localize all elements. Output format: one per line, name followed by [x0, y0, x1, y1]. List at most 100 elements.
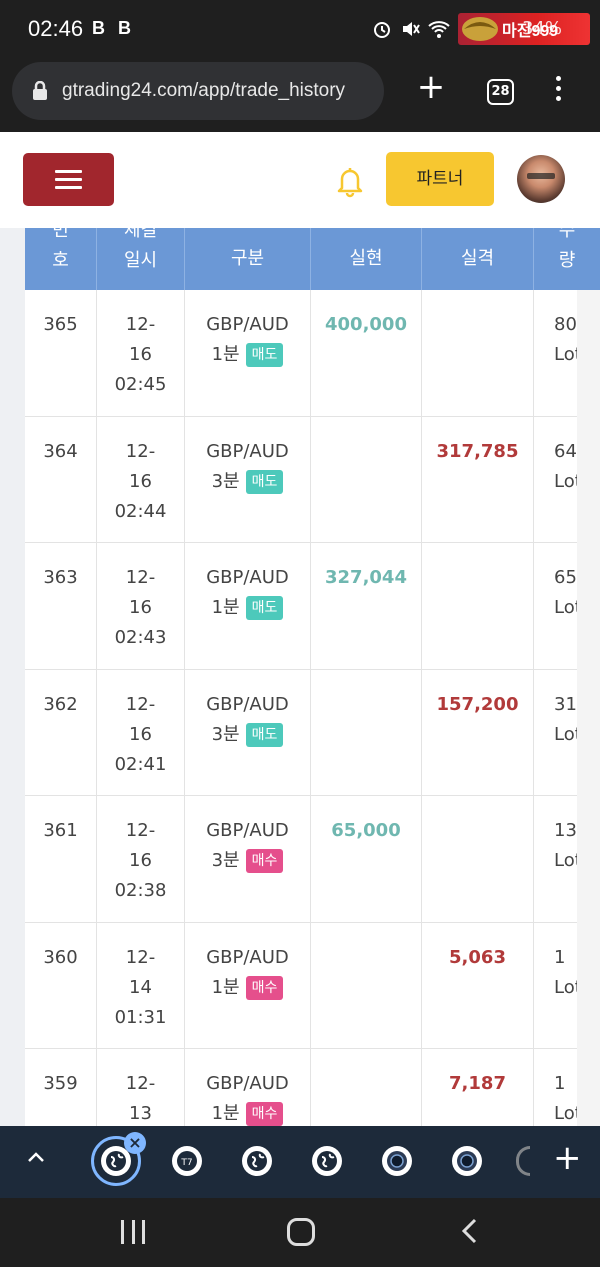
chevron-up-icon[interactable]: [24, 1146, 48, 1170]
hamburger-menu-button[interactable]: [23, 153, 114, 206]
trade-datetime: 12- 16 02:41: [97, 669, 185, 795]
close-tab-button[interactable]: ×: [124, 1132, 146, 1154]
battery-level: 34%: [521, 18, 562, 39]
table-row[interactable]: 361 12- 16 02:38 GBP/AUD 3분 매수 65,000 13 Lot: [25, 796, 600, 923]
trade-history-table: 번호 체결 일시 구분 실현 실격 수량 365 12- 16 02:45 GBP/AUD…: [25, 228, 600, 1126]
trade-datetime: 12- 16 02:45: [97, 290, 185, 416]
realized-amount: 327,044: [311, 543, 422, 669]
column-header-number: 번호: [25, 228, 97, 290]
realized-amount: [311, 669, 422, 795]
wifi-icon: [428, 21, 450, 38]
column-header-quantity: 수량: [558, 228, 576, 271]
table-row[interactable]: 365 12- 16 02:45 GBP/AUD 1분 매도 400,000 80 Lot: [25, 290, 600, 417]
trade-number: 364: [25, 416, 97, 542]
trade-period: 1분: [211, 976, 240, 998]
loss-amount: 157,200: [422, 669, 534, 795]
browser-toolbar: gtrading24.com/app/trade_history + 28: [0, 60, 600, 132]
table-row[interactable]: 362 12- 16 02:41 GBP/AUD 3분 매도 157,200 31 Lot: [25, 669, 600, 796]
table-scroll-edge: [577, 290, 600, 1126]
tab-switcher-button[interactable]: 28: [487, 79, 514, 105]
bell-icon[interactable]: [334, 164, 366, 198]
side-badge: 매수: [245, 1102, 284, 1126]
side-badge: 매도: [245, 343, 284, 367]
partner-button[interactable]: 파트너: [386, 152, 494, 206]
trade-number: 362: [25, 669, 97, 795]
currency-pair: GBP/AUD: [206, 1073, 289, 1094]
recents-button[interactable]: [121, 1220, 145, 1244]
realized-amount: 65,000: [311, 796, 422, 922]
browser-tab-strip: × T7 +: [0, 1126, 600, 1198]
tab-item-partial[interactable]: [516, 1146, 530, 1176]
table-row[interactable]: 360 12- 14 01:31 GBP/AUD 1분 매수 5,063 1 Lot: [25, 922, 600, 1049]
loss-amount: [422, 796, 534, 922]
loss-amount: [422, 290, 534, 416]
column-header-type: 구분: [185, 228, 311, 290]
currency-pair: GBP/AUD: [206, 946, 289, 968]
browser-menu-button[interactable]: [550, 76, 566, 106]
table-row[interactable]: 363 12- 16 02:43 GBP/AUD 1분 매도 327,044 65 Lot: [25, 543, 600, 670]
globe-icon: [247, 1151, 267, 1171]
side-badge: 매수: [245, 975, 284, 1000]
notification-b-icon: B: [118, 18, 131, 38]
tab-item[interactable]: [312, 1146, 342, 1176]
notification-b-icon: B: [92, 18, 105, 38]
currency-pair: GBP/AUD: [206, 314, 289, 335]
trade-number: 363: [25, 543, 97, 669]
trade-type: GBP/AUD 3분 매도: [185, 669, 311, 795]
tab-item[interactable]: [382, 1146, 412, 1176]
realized-amount: [311, 1049, 422, 1126]
trade-number: 359: [25, 1049, 97, 1126]
svg-text:T7: T7: [180, 1158, 192, 1168]
currency-pair: GBP/AUD: [206, 440, 289, 462]
realized-amount: [311, 416, 422, 542]
realized-amount: 400,000: [311, 290, 422, 416]
trade-datetime: 12- 16 02:43: [97, 543, 185, 669]
eagle-emblem-icon: [462, 17, 498, 41]
globe-icon: [106, 1151, 126, 1171]
lock-icon: [32, 80, 48, 101]
new-tab-button[interactable]: +: [415, 70, 447, 104]
side-badge: 매도: [245, 722, 284, 747]
loss-amount: 317,785: [422, 416, 534, 542]
loss-amount: 7,187: [422, 1049, 534, 1126]
mute-icon: [403, 22, 420, 36]
status-bar: 02:46 B B 마진999 34%: [0, 0, 600, 60]
side-badge: 매도: [245, 469, 284, 494]
trade-type: GBP/AUD 1분 매수: [185, 922, 311, 1048]
trade-period: 3분: [211, 850, 240, 871]
camera-icon: [387, 1151, 407, 1171]
app-icon: T7: [177, 1151, 197, 1171]
avatar[interactable]: [517, 155, 565, 203]
table-header: 번호 체결 일시 구분 실현 실격 수량: [25, 228, 600, 290]
tab-item[interactable]: T7: [172, 1146, 202, 1176]
table-body: 365 12- 16 02:45 GBP/AUD 1분 매도 400,000 80 Lot 364 1…: [25, 290, 600, 1126]
trade-history-content: 번호 체결 일시 구분 실현 실격 수량 365 12- 16 02:45 GBP/AUD…: [0, 228, 600, 1126]
home-button[interactable]: [287, 1218, 315, 1246]
add-tab-button[interactable]: +: [553, 1141, 582, 1177]
trade-period: 3분: [211, 470, 240, 492]
system-nav-bar: [0, 1198, 600, 1267]
trade-number: 365: [25, 290, 97, 416]
alarm-icon: [374, 22, 390, 38]
currency-pair: GBP/AUD: [206, 567, 289, 588]
column-header-datetime: 체결 일시: [97, 228, 185, 290]
table-row[interactable]: 364 12- 16 02:44 GBP/AUD 3분 매도 317,785 64 Lot: [25, 416, 600, 543]
tab-item[interactable]: [242, 1146, 272, 1176]
table-row[interactable]: 359 12- 13 GBP/AUD 1분 매수 7,187 1 Lot: [25, 1049, 600, 1126]
app-header: 파트너: [0, 132, 600, 228]
trade-datetime: 12- 16 02:44: [97, 416, 185, 542]
trade-type: GBP/AUD 1분 매수: [185, 1049, 311, 1126]
globe-icon: [317, 1151, 337, 1171]
loss-amount: [422, 543, 534, 669]
address-bar[interactable]: gtrading24.com/app/trade_history: [12, 62, 384, 120]
trade-type: GBP/AUD 3분 매수: [185, 796, 311, 922]
trade-number: 361: [25, 796, 97, 922]
tab-item[interactable]: [452, 1146, 482, 1176]
realized-amount: [311, 922, 422, 1048]
currency-pair: GBP/AUD: [206, 693, 289, 715]
trade-type: GBP/AUD 1분 매도: [185, 543, 311, 669]
url-text[interactable]: gtrading24.com/app/trade_history: [62, 80, 345, 102]
back-button[interactable]: [460, 1218, 480, 1244]
status-time: 02:46: [28, 16, 84, 41]
side-badge: 매도: [245, 596, 284, 620]
